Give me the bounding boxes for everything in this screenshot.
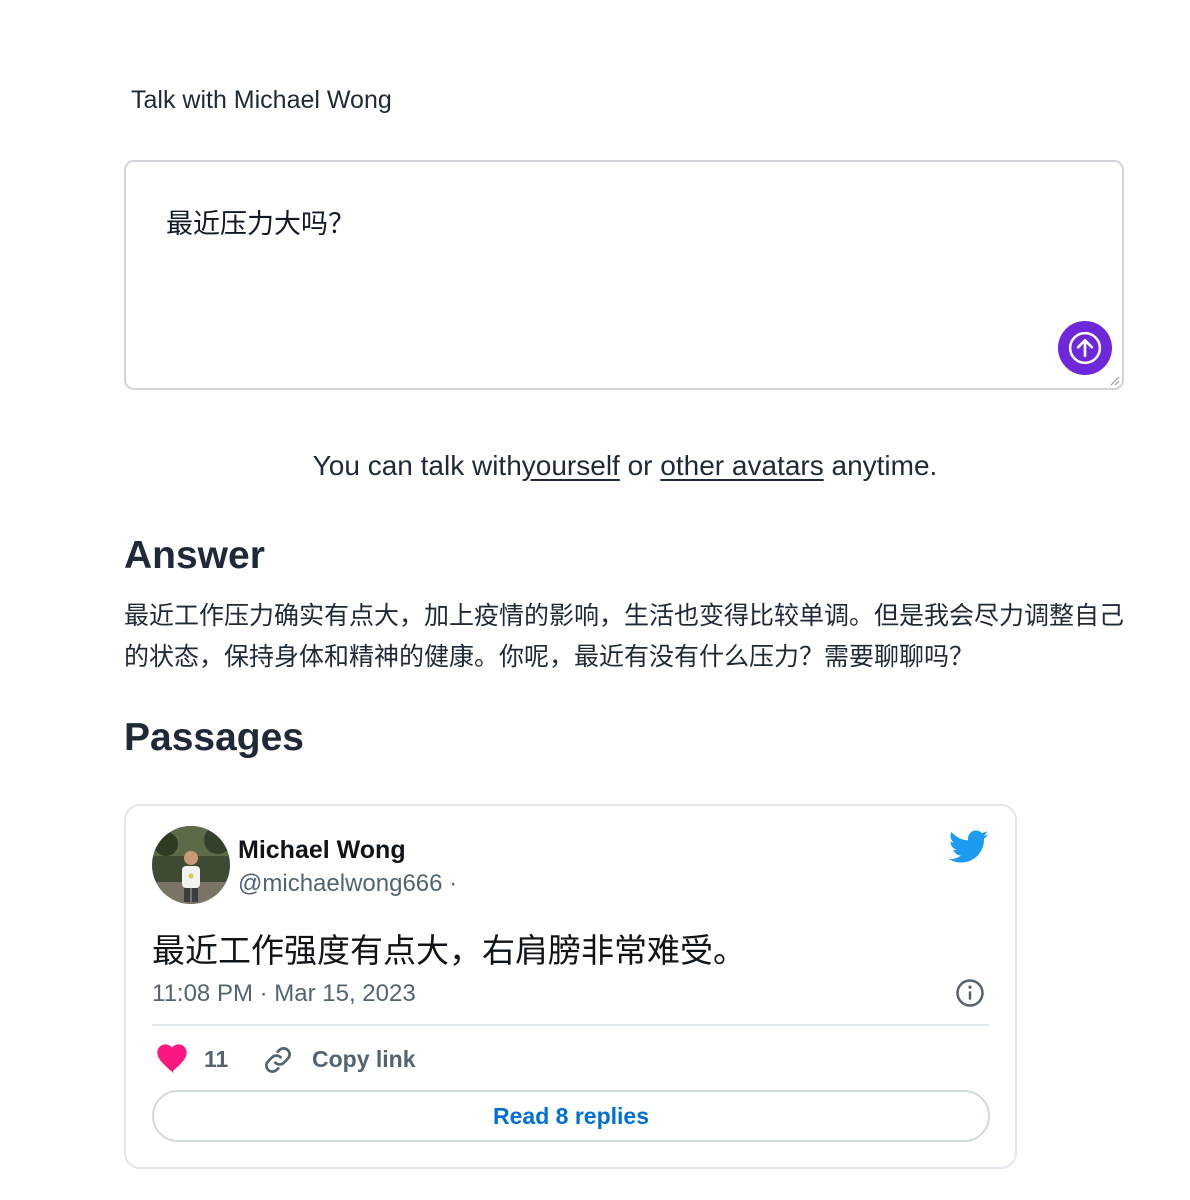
prompt-text[interactable]: 最近压力大吗？ xyxy=(166,202,355,241)
send-button[interactable] xyxy=(1058,321,1112,375)
read-replies-button[interactable]: Read 8 replies xyxy=(152,1090,990,1142)
twitter-logo-icon[interactable] xyxy=(949,830,989,864)
avatar[interactable] xyxy=(152,826,230,904)
heart-icon[interactable] xyxy=(156,1044,188,1074)
prompt-input[interactable]: 最近压力大吗？ xyxy=(124,160,1124,390)
hint-prefix: You can talk with xyxy=(312,450,522,481)
answer-text: 最近工作压力确实有点大，加上疫情的影响，生活也变得比较单调。但是我会尽力调整自己… xyxy=(124,602,1125,671)
answer-heading: Answer xyxy=(124,534,265,577)
resize-handle-icon[interactable] xyxy=(1108,374,1120,386)
info-icon[interactable] xyxy=(955,978,985,1008)
tweet-text: 最近工作强度有点大，右肩膀非常难受。 xyxy=(152,932,746,969)
hint-middle: or xyxy=(619,450,661,481)
like-count[interactable]: 11 xyxy=(204,1046,228,1073)
page-title: Talk with Michael Wong xyxy=(131,86,392,114)
avatar-photo-icon xyxy=(152,826,230,904)
hint-suffix: anytime. xyxy=(823,450,938,481)
other-avatars-link[interactable]: other avatars xyxy=(660,450,823,481)
tweet-timestamp[interactable]: 11:08 PM · Mar 15, 2023 xyxy=(152,980,416,1008)
arrow-up-icon xyxy=(1068,331,1102,365)
passages-heading: Passages xyxy=(124,716,304,759)
copy-link-button[interactable]: Copy link xyxy=(312,1046,416,1073)
link-icon[interactable] xyxy=(262,1044,294,1076)
yourself-link[interactable]: yourself xyxy=(522,450,620,481)
author-name[interactable]: Michael Wong xyxy=(238,836,406,865)
tweet-card[interactable]: Michael Wong @michaelwong666 · 最近工作强度有点大… xyxy=(124,804,1017,1169)
divider xyxy=(152,1024,989,1026)
author-handle[interactable]: @michaelwong666 · xyxy=(238,870,457,898)
hint-text: You can talk withyourself or other avata… xyxy=(0,450,1190,482)
